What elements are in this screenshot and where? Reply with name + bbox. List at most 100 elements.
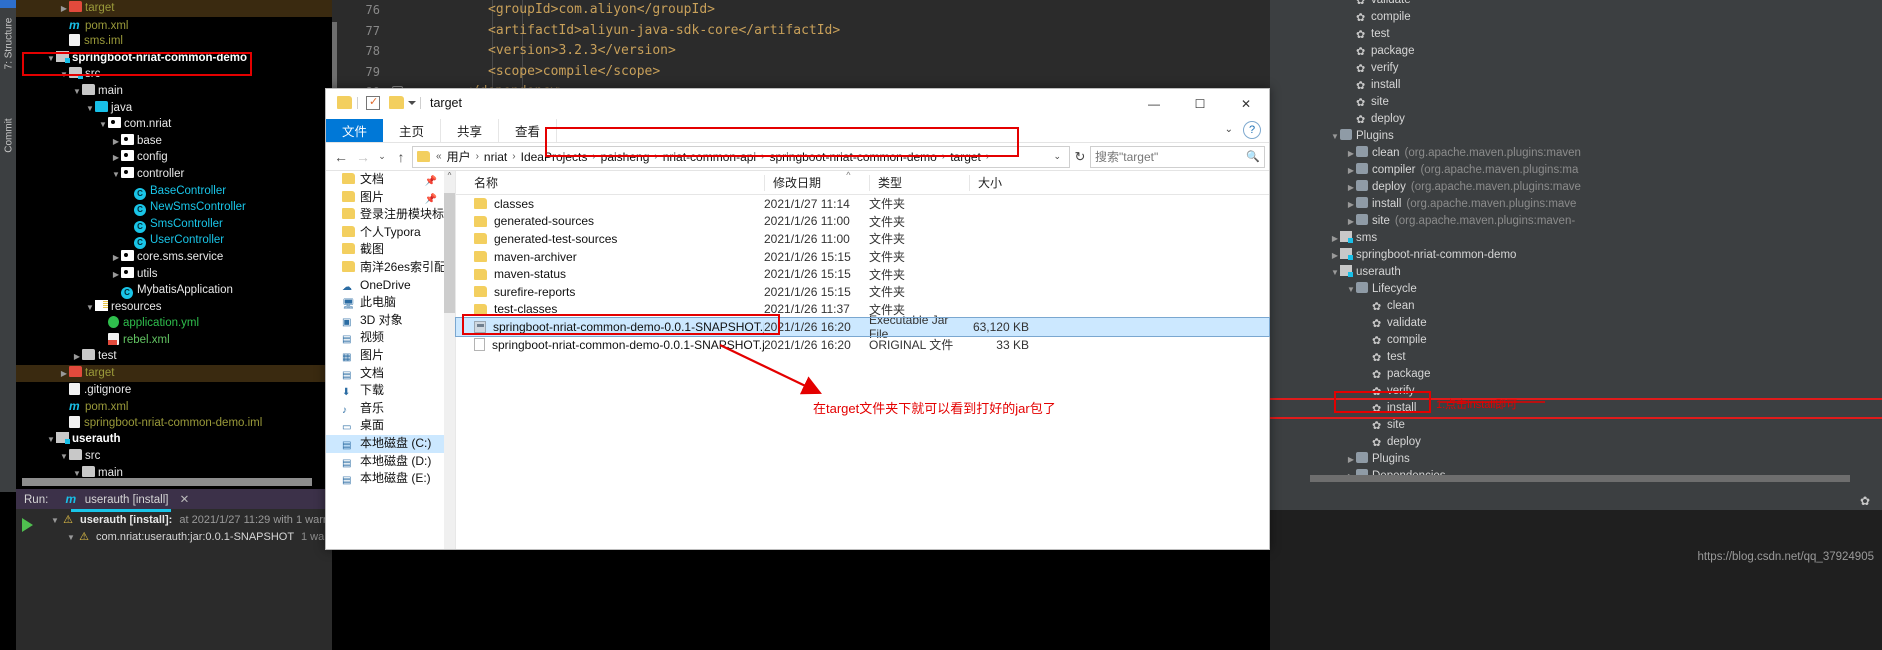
tree-node[interactable]: ▶ utils [16,266,332,283]
tree-node[interactable]: m pom.xml [16,17,332,34]
tool-button-structure[interactable]: 7: Structure [4,14,15,74]
file-row[interactable]: generated-test-sources 2021/1/26 11:00 文件夹 [456,230,1269,248]
nav-item[interactable]: 截图 [326,241,455,259]
file-row[interactable]: maven-status 2021/1/26 15:15 文件夹 [456,265,1269,283]
expand-arrow-icon[interactable] [1346,77,1356,94]
maven-tree-node[interactable]: verify [1270,383,1882,400]
maven-tree-node[interactable]: site [1270,94,1882,111]
ribbon-tab-3[interactable]: 查看 [499,119,558,142]
expand-arrow-icon[interactable]: ▶ [1346,451,1356,468]
maven-hscrollbar[interactable] [1310,475,1850,482]
column-header-date[interactable]: 修改日期 [764,174,869,191]
rerun-button[interactable] [22,518,33,532]
tree-node[interactable]: springboot-nriat-common-demo.iml [16,415,332,432]
maven-tool-window[interactable]: validate compile test package verify ins… [1268,0,1882,490]
tree-node[interactable]: ▼ main [16,83,332,100]
nav-item[interactable]: ▤ 文档 [326,365,455,383]
breadcrumb-segment[interactable]: IdeaProjects [518,150,591,164]
address-dropdown-icon[interactable]: ⌄ [1049,151,1065,162]
column-collapse-icon[interactable]: ^ [846,170,850,180]
editor-line[interactable]: 77 <artifactId>aliyun-java-sdk-core</arti… [332,21,1270,42]
expand-arrow-icon[interactable]: ▶ [1346,162,1356,179]
expand-arrow-icon[interactable]: ▼ [98,117,108,134]
expand-arrow-icon[interactable] [124,184,134,201]
expand-arrow-icon[interactable]: ▼ [1330,264,1340,281]
nav-item[interactable]: ▤ 视频 [326,329,455,347]
nav-item[interactable]: 文档 📌 [326,171,455,189]
maven-tree-node[interactable]: compile [1270,332,1882,349]
expand-arrow-icon[interactable]: ▶ [1330,247,1340,264]
nav-item[interactable]: ☁ OneDrive [326,277,455,295]
expand-arrow-icon[interactable] [98,316,108,333]
column-header-size[interactable]: 大小 [969,174,1039,191]
file-row[interactable]: surefire-reports 2021/1/26 15:15 文件夹 [456,283,1269,301]
help-icon[interactable]: ? [1243,121,1261,139]
column-header-name[interactable]: 名称 [456,175,764,191]
expand-arrow-icon[interactable] [1362,400,1372,417]
maven-tree-node[interactable]: ▶ sms [1270,230,1882,247]
tree-node[interactable]: .gitignore [16,382,332,399]
maven-tree-node[interactable]: test [1270,349,1882,366]
breadcrumb-segment[interactable]: nriat-common-api [660,150,759,164]
ribbon-collapse-icon[interactable]: ⌄ [1225,124,1233,142]
expand-arrow-icon[interactable] [1346,0,1356,9]
tree-node[interactable]: ▶ config [16,149,332,166]
nav-item[interactable]: ⬇ 下载 [326,382,455,400]
tree-node[interactable]: ▼ com.nriat [16,116,332,133]
tree-node[interactable]: C MybatisApplication [16,282,332,300]
maven-tree-node[interactable]: ▶ deploy (org.apache.maven.plugins:mave [1270,179,1882,196]
recent-locations-button[interactable]: ⌄ [374,151,390,162]
expand-arrow-icon[interactable]: ▼ [1346,281,1356,298]
maven-tree-node[interactable]: ▶ springboot-nriat-common-demo [1270,247,1882,264]
navigation-pane[interactable]: 文档 📌 图片 📌 登录注册模块标 个人Typora 截图 南洋26es索引配 ☁ OneDriv… [326,171,456,549]
editor-line[interactable]: 79 <scope>compile</scope> [332,62,1270,83]
tree-node[interactable]: ▼ userauth [16,431,332,448]
tree-node[interactable]: ▼ controller [16,166,332,183]
file-list-pane[interactable]: ^ 名称 修改日期 类型 大小 classes 2021/1/27 11:14 文件… [455,170,1270,549]
tree-node[interactable]: ▼ java [16,100,332,117]
tree-node[interactable]: ▶ core.sms.service [16,249,332,266]
expand-arrow-icon[interactable] [98,333,108,350]
nav-scrollbar[interactable]: ^ [444,171,455,549]
maven-tree-node[interactable]: install [1270,77,1882,94]
tree-node[interactable]: C NewSmsController [16,199,332,217]
expand-arrow-icon[interactable] [1362,383,1372,400]
expand-arrow-icon[interactable]: ▶ [1346,179,1356,196]
expand-arrow-icon[interactable] [1362,349,1372,366]
expand-arrow-icon[interactable]: ▼ [85,101,95,118]
expand-arrow-icon[interactable] [1362,434,1372,451]
expand-arrow-icon[interactable]: ▶ [111,150,121,167]
back-button[interactable]: ← [330,149,352,165]
expand-arrow-icon[interactable]: ▼ [50,512,60,529]
expand-arrow-icon[interactable]: ▶ [72,349,82,366]
breadcrumb-segment[interactable]: springboot-nriat-common-demo [766,150,939,164]
expand-arrow-icon[interactable] [1362,366,1372,383]
maven-tree-node[interactable]: clean [1270,298,1882,315]
nav-item[interactable]: ▤ 本地磁盘 (D:) [326,453,455,471]
expand-arrow-icon[interactable]: ▶ [1330,230,1340,247]
expand-arrow-icon[interactable]: ▶ [59,366,69,383]
expand-arrow-icon[interactable] [1346,26,1356,43]
maven-tree-node[interactable]: ▼ Lifecycle [1270,281,1882,298]
maven-tree-node[interactable]: ▶ site (org.apache.maven.plugins:maven- [1270,213,1882,230]
expand-arrow-icon[interactable] [1362,332,1372,349]
maven-tree-node[interactable]: ▶ compiler (org.apache.maven.plugins:ma [1270,162,1882,179]
expand-arrow-icon[interactable] [1362,417,1372,434]
expand-arrow-icon[interactable]: ▼ [72,84,82,101]
breadcrumb-segment[interactable]: paisheng [598,150,653,164]
expand-arrow-icon[interactable] [1346,94,1356,111]
expand-arrow-icon[interactable] [59,34,69,51]
file-row[interactable]: test-classes 2021/1/26 11:37 文件夹 [456,301,1269,319]
expand-arrow-icon[interactable]: ▼ [46,51,56,68]
nav-item[interactable]: ♪ 音乐 [326,400,455,418]
maven-tree-node[interactable]: ▶ install (org.apache.maven.plugins:mave [1270,196,1882,213]
tree-node[interactable]: m pom.xml [16,398,332,415]
chevron-down-icon[interactable] [408,101,416,105]
ribbon-tabs[interactable]: 文件 主页 共享 查看 ⌄ ? [326,119,1269,143]
maven-tree-node[interactable]: site [1270,417,1882,434]
file-row[interactable]: classes 2021/1/27 11:14 文件夹 [456,195,1269,213]
editor-line[interactable]: 78 <version>3.2.3</version> [332,41,1270,62]
quick-access-properties-icon[interactable] [366,95,380,110]
expand-arrow-icon[interactable]: ▶ [1346,196,1356,213]
tree-node[interactable]: ▼ main [16,465,332,478]
